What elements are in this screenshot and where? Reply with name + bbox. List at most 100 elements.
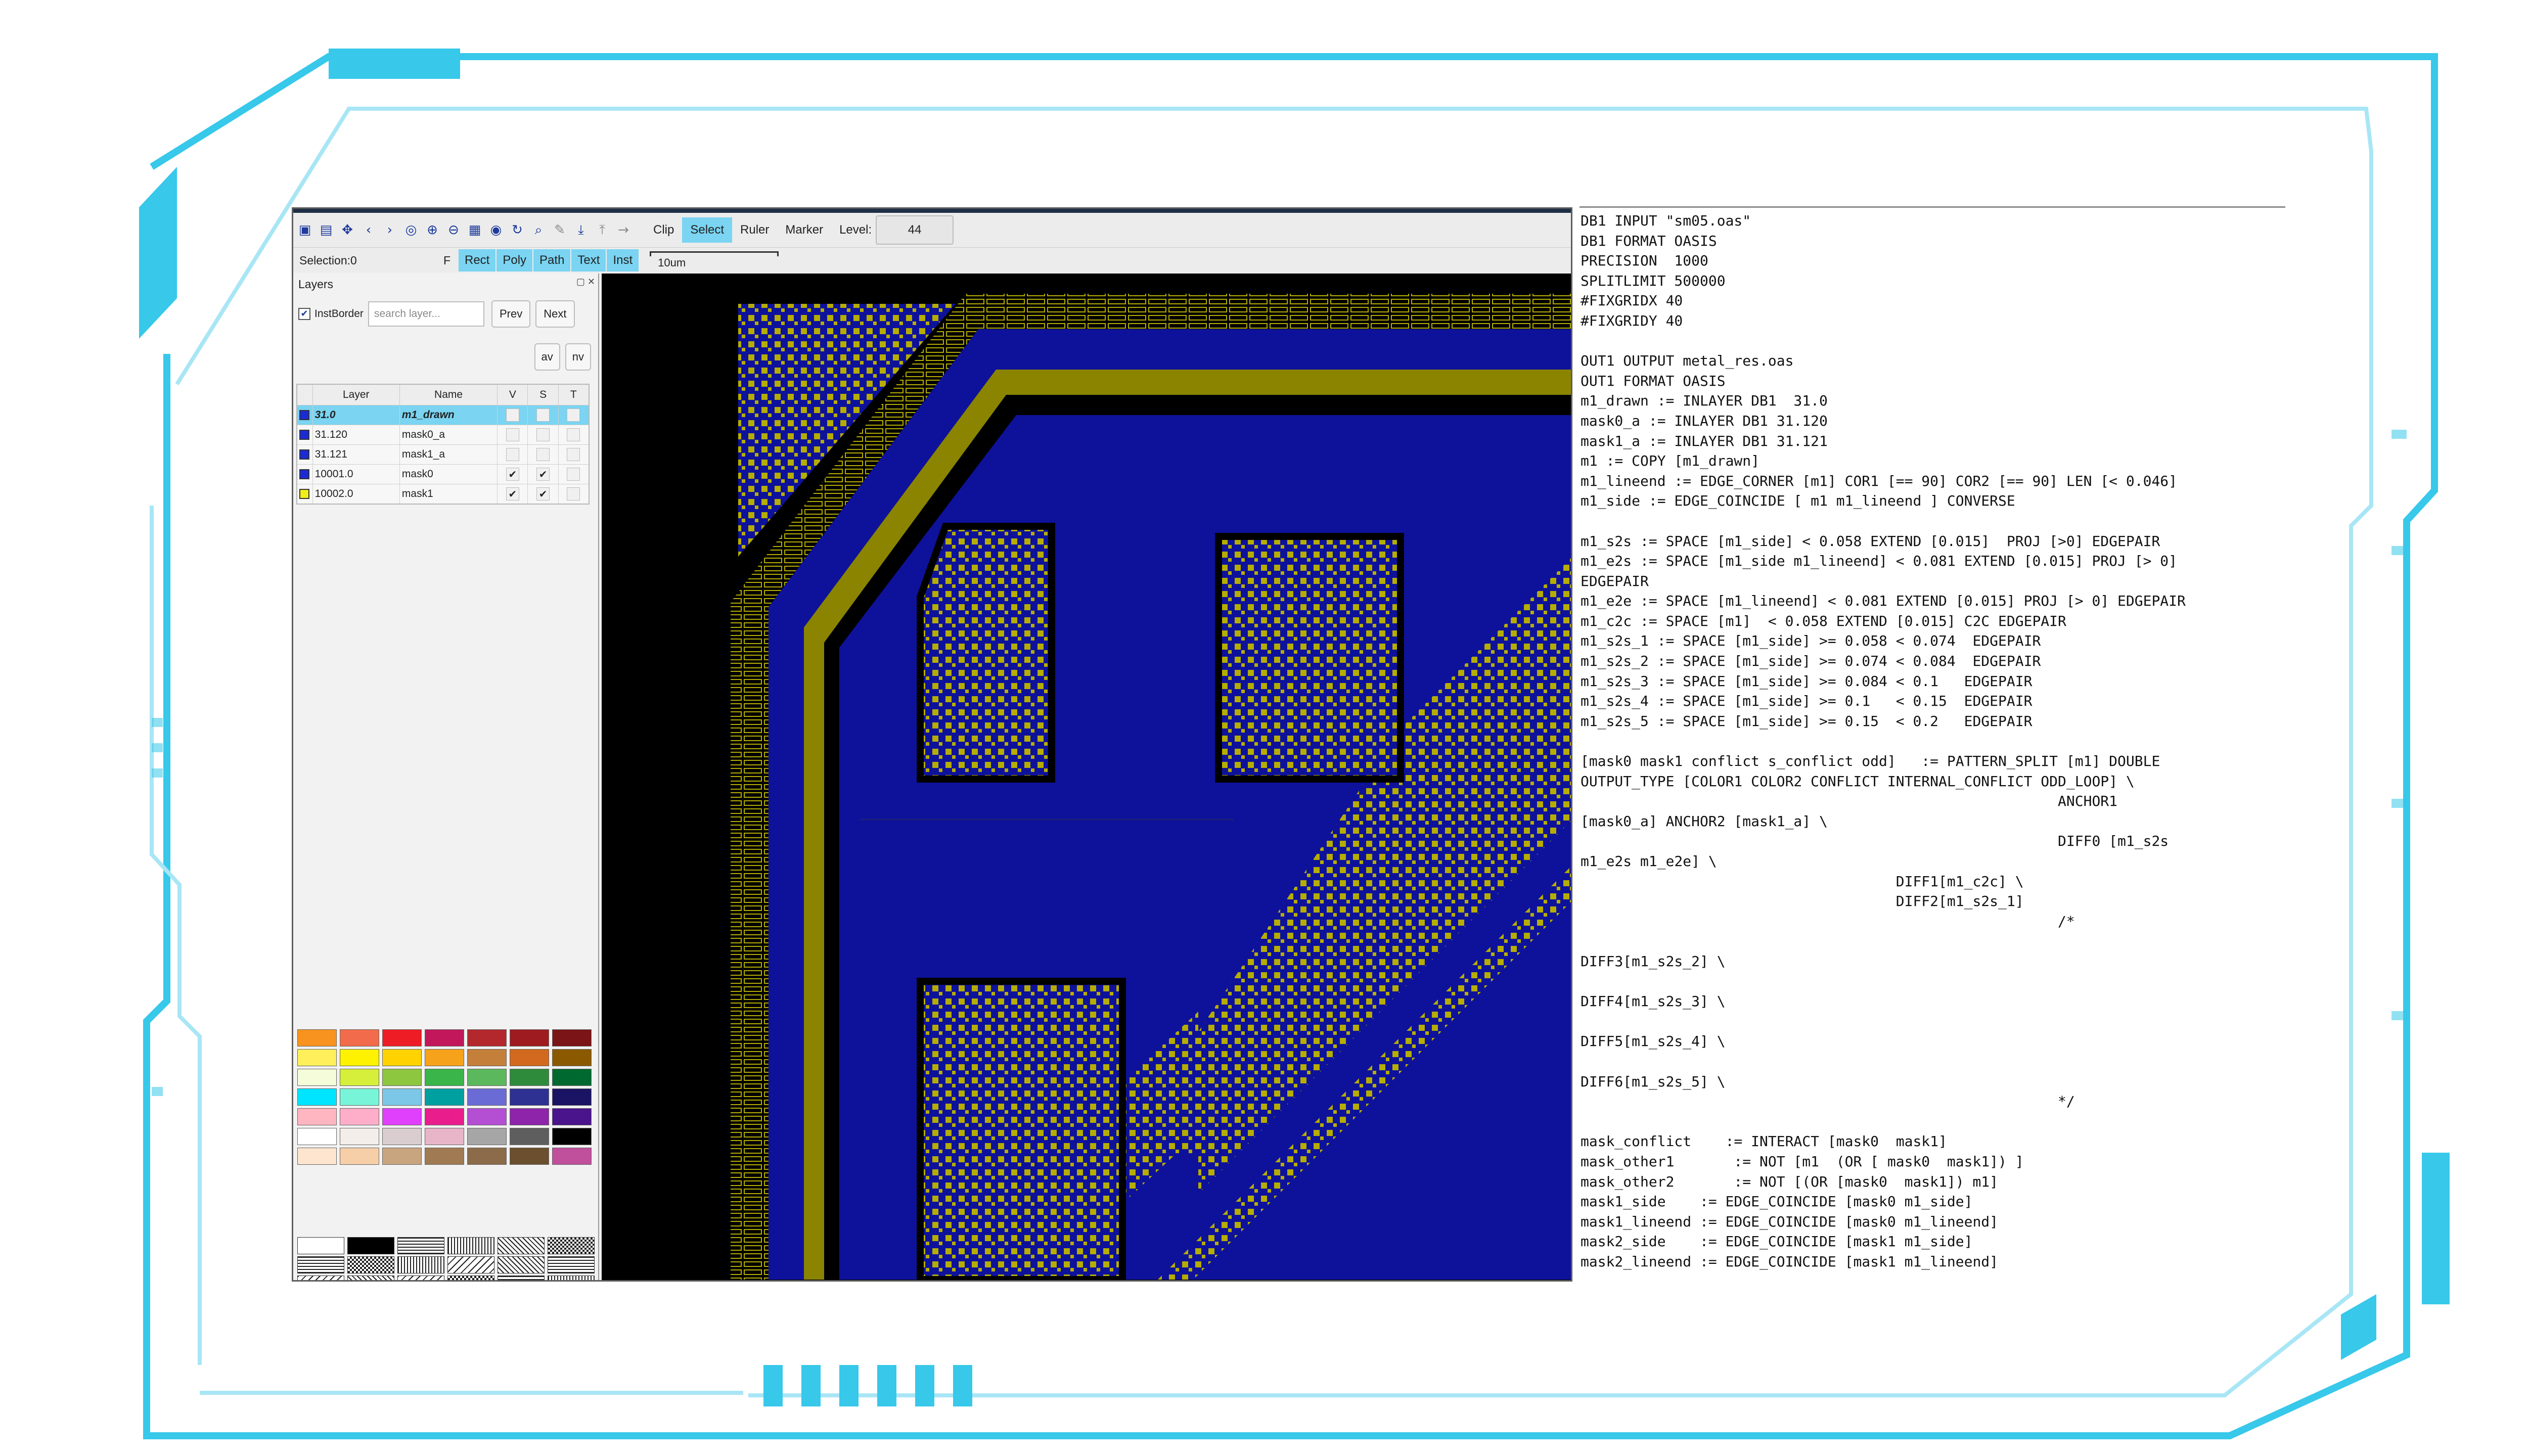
- pattern-swatch[interactable]: [297, 1256, 344, 1273]
- color-swatch[interactable]: [297, 1029, 337, 1046]
- color-swatch[interactable]: [510, 1069, 549, 1086]
- pencil-icon[interactable]: ✎: [550, 220, 569, 240]
- s-column-header[interactable]: S: [527, 384, 559, 405]
- level-input[interactable]: 44: [876, 215, 954, 245]
- color-swatch[interactable]: [552, 1108, 592, 1125]
- color-swatch[interactable]: [510, 1148, 549, 1165]
- pattern-swatch[interactable]: [447, 1237, 494, 1254]
- color-swatch[interactable]: [340, 1069, 379, 1086]
- pattern-swatch[interactable]: [297, 1276, 344, 1280]
- color-swatch[interactable]: [297, 1108, 337, 1125]
- color-swatch[interactable]: [425, 1128, 464, 1145]
- text-checkbox[interactable]: [558, 425, 590, 445]
- t-column-header[interactable]: T: [558, 384, 590, 405]
- v-column-header[interactable]: V: [497, 384, 528, 405]
- color-swatch[interactable]: [425, 1069, 464, 1086]
- color-swatch[interactable]: [297, 1069, 337, 1086]
- all-visible-button[interactable]: av: [534, 343, 560, 371]
- layer-color-cell[interactable]: [296, 464, 313, 484]
- prev-button[interactable]: Prev: [491, 300, 531, 328]
- layout-view[interactable]: [602, 274, 1572, 1280]
- color-swatch[interactable]: [510, 1128, 549, 1145]
- metal-pad-upper-left[interactable]: [920, 526, 1052, 779]
- color-swatch[interactable]: [297, 1128, 337, 1145]
- color-swatch[interactable]: [425, 1088, 464, 1106]
- layer-column-header[interactable]: Layer: [312, 384, 400, 405]
- pattern-swatch[interactable]: [397, 1237, 444, 1254]
- visible-checkbox[interactable]: [497, 425, 528, 445]
- pattern-swatch[interactable]: [548, 1256, 595, 1273]
- search-layer-input[interactable]: search layer...: [368, 301, 484, 327]
- color-swatch[interactable]: [340, 1029, 379, 1046]
- pattern-swatch[interactable]: [548, 1276, 595, 1280]
- color-swatch[interactable]: [552, 1049, 592, 1066]
- color-swatch[interactable]: [552, 1069, 592, 1086]
- visible-checkbox[interactable]: [497, 444, 528, 465]
- selectable-checkbox[interactable]: [527, 405, 559, 425]
- pattern-swatch[interactable]: [548, 1237, 595, 1254]
- color-swatch[interactable]: [297, 1088, 337, 1106]
- layer-row[interactable]: 10002.0 mask1 ✔ ✔: [296, 484, 590, 505]
- name-column-header[interactable]: Name: [399, 384, 498, 405]
- instborder-checkbox[interactable]: ✔: [298, 308, 310, 320]
- refresh-icon[interactable]: ↻: [508, 220, 527, 240]
- zoom-fit-icon[interactable]: ◎: [401, 220, 421, 240]
- color-swatch[interactable]: [297, 1049, 337, 1066]
- rect-tool-button[interactable]: Rect: [459, 249, 496, 271]
- color-swatch[interactable]: [467, 1049, 507, 1066]
- color-swatch[interactable]: [382, 1029, 422, 1046]
- layer-row[interactable]: 31.0 m1_drawn: [296, 405, 590, 425]
- text-tool-button[interactable]: Text: [571, 249, 606, 271]
- color-swatch[interactable]: [510, 1088, 549, 1106]
- rule-script-text[interactable]: DB1 INPUT "sm05.oas" DB1 FORMAT OASIS PR…: [1579, 208, 2285, 1271]
- forward-icon[interactable]: ›: [380, 220, 399, 240]
- pattern-swatch[interactable]: [397, 1256, 444, 1273]
- color-swatch[interactable]: [340, 1049, 379, 1066]
- color-swatch[interactable]: [382, 1069, 422, 1086]
- color-swatch[interactable]: [340, 1088, 379, 1106]
- color-swatch[interactable]: [425, 1108, 464, 1125]
- color-swatch[interactable]: [297, 1148, 337, 1165]
- visible-checkbox[interactable]: ✔: [497, 464, 528, 484]
- back-icon[interactable]: ‹: [359, 220, 378, 240]
- color-swatch[interactable]: [510, 1049, 549, 1066]
- pattern-swatch[interactable]: [347, 1237, 394, 1254]
- anchor-up-icon[interactable]: ⤒: [593, 220, 612, 240]
- pattern-swatch[interactable]: [447, 1276, 494, 1280]
- layer-color-cell[interactable]: [296, 405, 313, 425]
- search-icon[interactable]: ⌕: [529, 220, 548, 240]
- pattern-swatch[interactable]: [447, 1256, 494, 1273]
- color-swatch[interactable]: [425, 1148, 464, 1165]
- clip-button[interactable]: Clip: [645, 217, 682, 243]
- move-icon[interactable]: ✥: [338, 220, 357, 240]
- color-swatch[interactable]: [382, 1049, 422, 1066]
- color-swatch[interactable]: [510, 1029, 549, 1046]
- layer-color-cell[interactable]: [296, 425, 313, 445]
- color-swatch[interactable]: [552, 1128, 592, 1145]
- visible-checkbox[interactable]: [497, 405, 528, 425]
- color-swatch[interactable]: [425, 1029, 464, 1046]
- text-checkbox[interactable]: [558, 405, 590, 425]
- color-swatch[interactable]: [552, 1148, 592, 1165]
- eye-icon[interactable]: ◉: [486, 220, 506, 240]
- selectable-checkbox[interactable]: [527, 444, 559, 465]
- next-button[interactable]: Next: [535, 300, 575, 328]
- layer-row[interactable]: 10001.0 mask0 ✔ ✔: [296, 464, 590, 484]
- inst-tool-button[interactable]: Inst: [607, 249, 639, 271]
- metal-pad-lower-left[interactable]: [920, 981, 1122, 1280]
- select-button[interactable]: Select: [682, 217, 733, 243]
- poly-tool-button[interactable]: Poly: [496, 249, 533, 271]
- rule-script-panel[interactable]: DB1 INPUT "sm05.oas" DB1 FORMAT OASIS PR…: [1579, 206, 2285, 1280]
- float-icon[interactable]: ▢: [576, 277, 585, 287]
- color-swatch[interactable]: [552, 1088, 592, 1106]
- anchor-down-icon[interactable]: ⤓: [571, 220, 591, 240]
- text-checkbox[interactable]: [558, 444, 590, 465]
- color-swatch[interactable]: [382, 1128, 422, 1145]
- color-swatch[interactable]: [467, 1069, 507, 1086]
- text-checkbox[interactable]: [558, 464, 590, 484]
- metal-pad-right[interactable]: [1218, 536, 1401, 779]
- visible-checkbox[interactable]: ✔: [497, 484, 528, 505]
- marker-button[interactable]: Marker: [777, 217, 831, 243]
- selectable-checkbox[interactable]: ✔: [527, 464, 559, 484]
- save-icon[interactable]: ▣: [295, 220, 314, 240]
